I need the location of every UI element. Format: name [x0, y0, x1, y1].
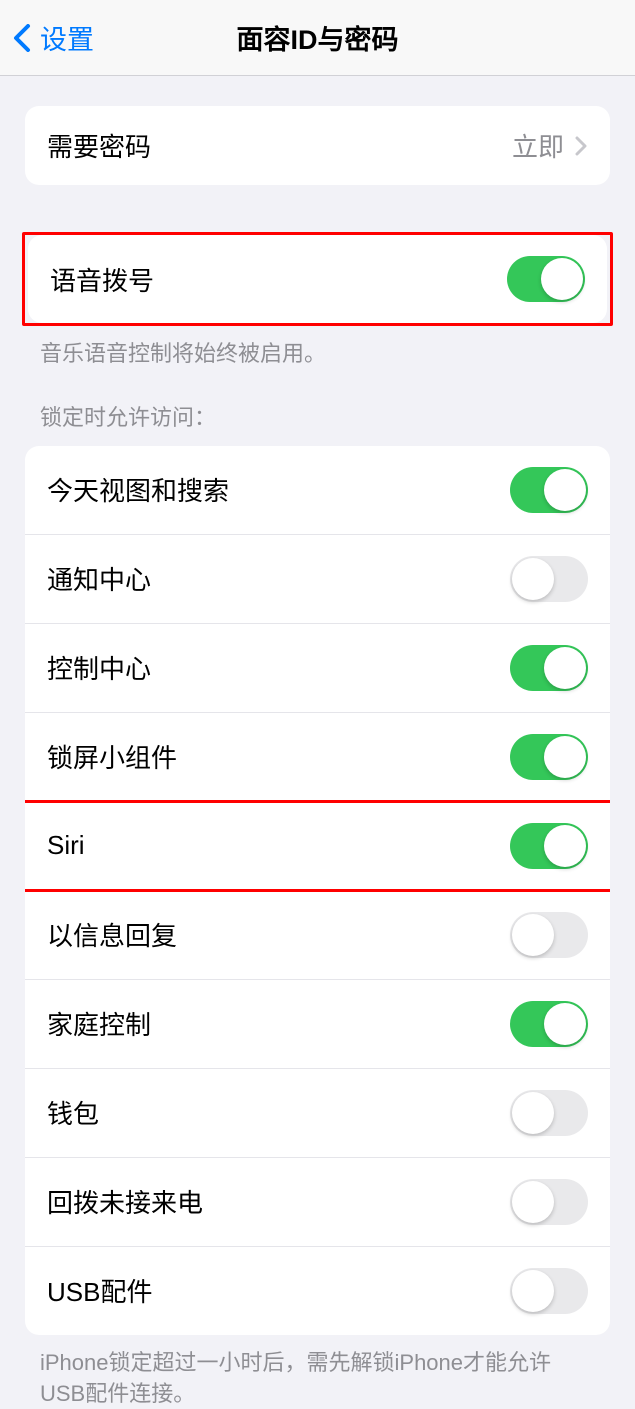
reply-message-label: 以信息回复: [47, 916, 177, 953]
usb-accessories-row: USB配件: [25, 1247, 610, 1335]
notification-center-toggle[interactable]: [510, 556, 588, 602]
home-control-row: 家庭控制: [25, 980, 610, 1069]
notification-center-row: 通知中心: [25, 535, 610, 624]
home-control-toggle[interactable]: [510, 1001, 588, 1047]
usb-footer: iPhone锁定超过一小时后，需先解锁iPhone才能允许USB配件连接。: [0, 1335, 635, 1409]
voice-dial-label: 语音拨号: [50, 261, 154, 298]
lock-screen-widgets-toggle[interactable]: [510, 734, 588, 780]
chevron-left-icon: [12, 23, 32, 53]
today-view-label: 今天视图和搜索: [47, 471, 229, 508]
require-passcode-value: 立即: [512, 127, 588, 164]
require-passcode-row[interactable]: 需要密码 立即: [25, 106, 610, 185]
control-center-row: 控制中心: [25, 624, 610, 713]
require-passcode-label: 需要密码: [47, 127, 151, 164]
notification-center-label: 通知中心: [47, 560, 151, 597]
locked-section-header: 锁定时允许访问：: [0, 370, 635, 446]
back-button[interactable]: 设置: [0, 18, 94, 57]
usb-accessories-label: USB配件: [47, 1272, 152, 1309]
reply-message-toggle[interactable]: [510, 912, 588, 958]
reply-message-row: 以信息回复: [25, 891, 610, 980]
wallet-toggle[interactable]: [510, 1090, 588, 1136]
voice-dial-toggle[interactable]: [507, 256, 585, 302]
today-view-row: 今天视图和搜索: [25, 446, 610, 535]
page-title: 面容ID与密码: [237, 18, 399, 57]
lock-screen-widgets-label: 锁屏小组件: [47, 738, 177, 775]
siri-toggle[interactable]: [510, 823, 588, 869]
voice-dial-group: 语音拨号: [28, 235, 607, 323]
navigation-header: 设置 面容ID与密码: [0, 0, 635, 76]
back-label: 设置: [40, 18, 94, 57]
control-center-toggle[interactable]: [510, 645, 588, 691]
lock-screen-widgets-row: 锁屏小组件: [25, 713, 610, 802]
locked-access-group: 今天视图和搜索 通知中心 控制中心 锁屏小组件 Siri 以信息回复 家庭控制: [25, 446, 610, 1335]
today-view-toggle[interactable]: [510, 467, 588, 513]
return-missed-calls-toggle[interactable]: [510, 1179, 588, 1225]
voice-dial-footer: 音乐语音控制将始终被启用。: [0, 326, 635, 370]
return-missed-calls-label: 回拨未接来电: [47, 1183, 203, 1220]
siri-row: Siri: [25, 802, 610, 891]
passcode-group: 需要密码 立即: [25, 106, 610, 185]
highlight-voice-dial: 语音拨号: [22, 232, 613, 326]
home-control-label: 家庭控制: [47, 1005, 151, 1042]
return-missed-calls-row: 回拨未接来电: [25, 1158, 610, 1247]
wallet-row: 钱包: [25, 1069, 610, 1158]
control-center-label: 控制中心: [47, 649, 151, 686]
chevron-right-icon: [574, 135, 588, 157]
siri-label: Siri: [47, 830, 85, 861]
voice-dial-row: 语音拨号: [28, 235, 607, 323]
usb-accessories-toggle[interactable]: [510, 1268, 588, 1314]
wallet-label: 钱包: [47, 1094, 99, 1131]
